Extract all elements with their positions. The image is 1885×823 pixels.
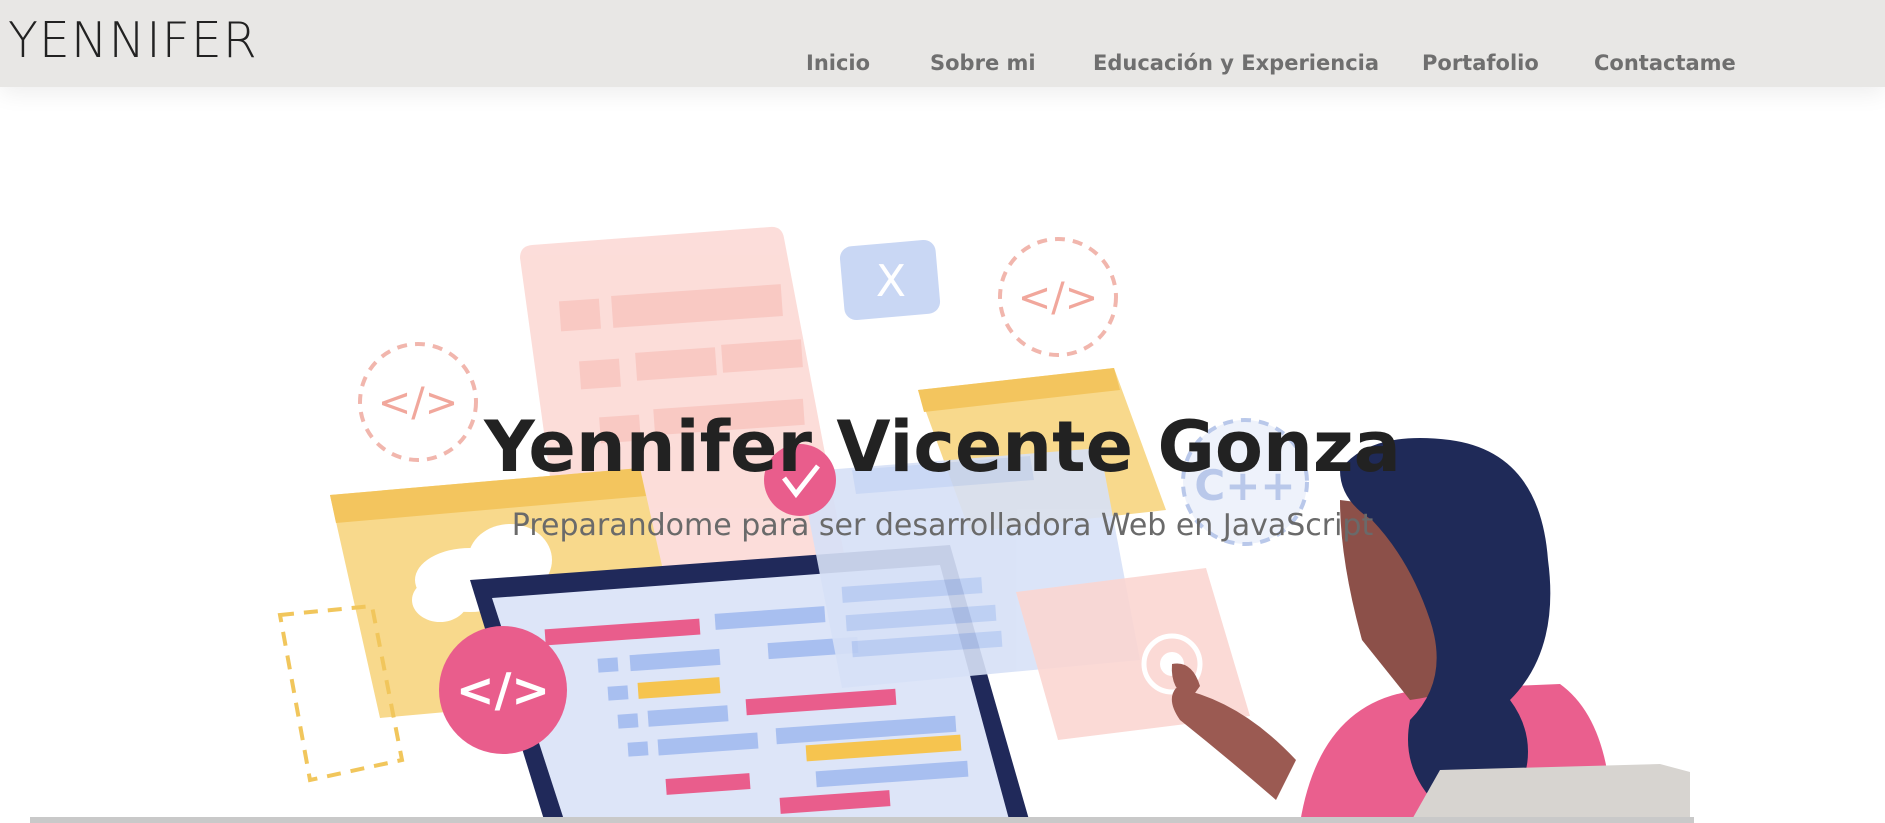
nav-item-portafolio[interactable]: Portafolio [1422,48,1539,78]
main-nav: Inicio Sobre mi Educación y Experiencia … [0,48,1885,78]
hero-section: </> </> X C++ </> Yennifer Vicente Gonza… [0,87,1885,823]
hero-subtitle: Preparandome para ser desarrolladora Web… [511,508,1374,543]
page-bottom-divider [30,817,1694,823]
nav-item-sobre-mi[interactable]: Sobre mi [930,48,1036,78]
close-badge-icon: X [839,239,941,321]
svg-text:X: X [876,256,906,307]
navbar: YENNIFER Inicio Sobre mi Educación y Exp… [0,0,1885,87]
svg-text:</>: </> [456,663,550,717]
nav-item-contactame[interactable]: Contactame [1594,48,1736,78]
hero-title: Yennifer Vicente Gonza [484,406,1401,488]
nav-item-educacion[interactable]: Educación y Experiencia [1093,48,1379,78]
nav-item-inicio[interactable]: Inicio [806,48,870,78]
code-glyph-icon: </> [1018,275,1099,321]
code-badge-icon: </> [439,626,567,754]
